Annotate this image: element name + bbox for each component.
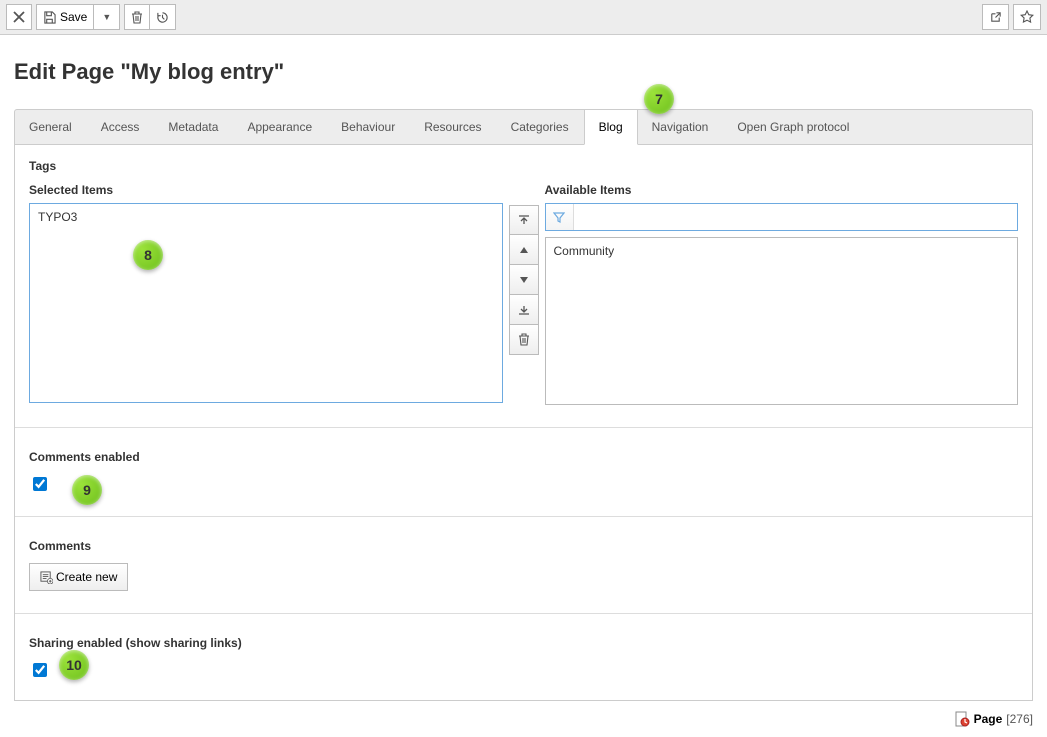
- comments-enabled-checkbox[interactable]: [33, 477, 47, 491]
- available-items-listbox[interactable]: Community: [545, 237, 1019, 405]
- delete-button[interactable]: [124, 4, 150, 30]
- save-dropdown-toggle[interactable]: ▼: [94, 4, 120, 30]
- move-bottom-button[interactable]: [509, 295, 539, 325]
- create-new-label: Create new: [56, 570, 117, 584]
- comments-enabled-label: Comments enabled: [29, 450, 1018, 464]
- page-title: Edit Page "My blog entry": [14, 59, 1033, 85]
- tags-heading: Tags: [29, 159, 1018, 173]
- tab-categories[interactable]: Categories: [497, 110, 584, 144]
- list-controls: [509, 205, 539, 405]
- tab-access[interactable]: Access: [87, 110, 155, 144]
- close-icon: [13, 11, 25, 23]
- list-item[interactable]: TYPO3: [38, 208, 494, 226]
- sharing-enabled-section: Sharing enabled (show sharing links): [29, 636, 1018, 680]
- bookmark-button[interactable]: [1013, 4, 1041, 30]
- sharing-enabled-label: Sharing enabled (show sharing links): [29, 636, 1018, 650]
- save-button-group: Save ▼: [36, 4, 120, 30]
- divider: [15, 613, 1032, 614]
- action-group: [124, 4, 176, 30]
- triangle-up-icon: [519, 245, 529, 255]
- move-up-button[interactable]: [509, 235, 539, 265]
- filter-input[interactable]: [574, 204, 1018, 230]
- comments-enabled-row: [29, 474, 1018, 494]
- available-column: Available Items Community: [545, 183, 1019, 405]
- open-new-window-button[interactable]: [982, 4, 1009, 30]
- save-button[interactable]: Save: [36, 4, 94, 30]
- save-label: Save: [60, 10, 87, 24]
- filter-icon-box: [546, 204, 574, 230]
- divider: [15, 427, 1032, 428]
- sharing-enabled-row: [29, 660, 1018, 680]
- external-link-icon: [989, 11, 1002, 24]
- trash-icon: [131, 11, 143, 24]
- comments-label: Comments: [29, 539, 1018, 553]
- tab-panel-blog: Tags Selected Items TYPO3: [14, 145, 1033, 701]
- trash-icon: [518, 333, 530, 346]
- star-icon: [1020, 10, 1034, 24]
- page-icon: [954, 711, 970, 727]
- history-button[interactable]: [150, 4, 176, 30]
- move-bottom-icon: [518, 304, 530, 316]
- toolbar-left: Save ▼: [6, 4, 176, 30]
- save-icon: [43, 11, 56, 24]
- comments-section: Comments Create new: [29, 539, 1018, 591]
- move-down-button[interactable]: [509, 265, 539, 295]
- create-new-comment-button[interactable]: Create new: [29, 563, 128, 591]
- content-area: Edit Page "My blog entry" GeneralAccessM…: [0, 35, 1047, 715]
- move-top-button[interactable]: [509, 205, 539, 235]
- filter-row: [545, 203, 1019, 231]
- selected-column: Selected Items TYPO3: [29, 183, 503, 405]
- list-item[interactable]: Community: [554, 242, 1010, 260]
- filter-icon: [553, 211, 565, 223]
- tab-behaviour[interactable]: Behaviour: [327, 110, 410, 144]
- triangle-down-icon: [519, 275, 529, 285]
- tab-open-graph-protocol[interactable]: Open Graph protocol: [723, 110, 864, 144]
- tab-general[interactable]: General: [15, 110, 87, 144]
- tags-section: Tags Selected Items TYPO3: [29, 159, 1018, 405]
- tab-metadata[interactable]: Metadata: [154, 110, 233, 144]
- tab-navigation[interactable]: Navigation: [638, 110, 724, 144]
- sharing-enabled-checkbox[interactable]: [33, 663, 47, 677]
- toolbar-right: [982, 4, 1041, 30]
- tab-bar: GeneralAccessMetadataAppearanceBehaviour…: [14, 109, 1033, 145]
- divider: [15, 516, 1032, 517]
- selected-items-label: Selected Items: [29, 183, 503, 197]
- footer-page-id: [276]: [1006, 712, 1033, 726]
- top-toolbar: Save ▼: [0, 0, 1047, 35]
- footer-page-label: Page: [974, 712, 1003, 726]
- close-button[interactable]: [6, 4, 32, 30]
- available-items-label: Available Items: [545, 183, 1019, 197]
- remove-item-button[interactable]: [509, 325, 539, 355]
- tags-dual-list: Selected Items TYPO3: [29, 183, 1018, 405]
- page-footer: Page [276]: [954, 711, 1033, 727]
- tab-blog[interactable]: Blog: [584, 110, 638, 145]
- move-top-icon: [518, 214, 530, 226]
- history-icon: [156, 11, 169, 24]
- comments-enabled-section: Comments enabled: [29, 450, 1018, 494]
- selected-items-listbox[interactable]: TYPO3: [29, 203, 503, 403]
- tab-resources[interactable]: Resources: [410, 110, 496, 144]
- tab-appearance[interactable]: Appearance: [233, 110, 327, 144]
- add-record-icon: [40, 571, 53, 584]
